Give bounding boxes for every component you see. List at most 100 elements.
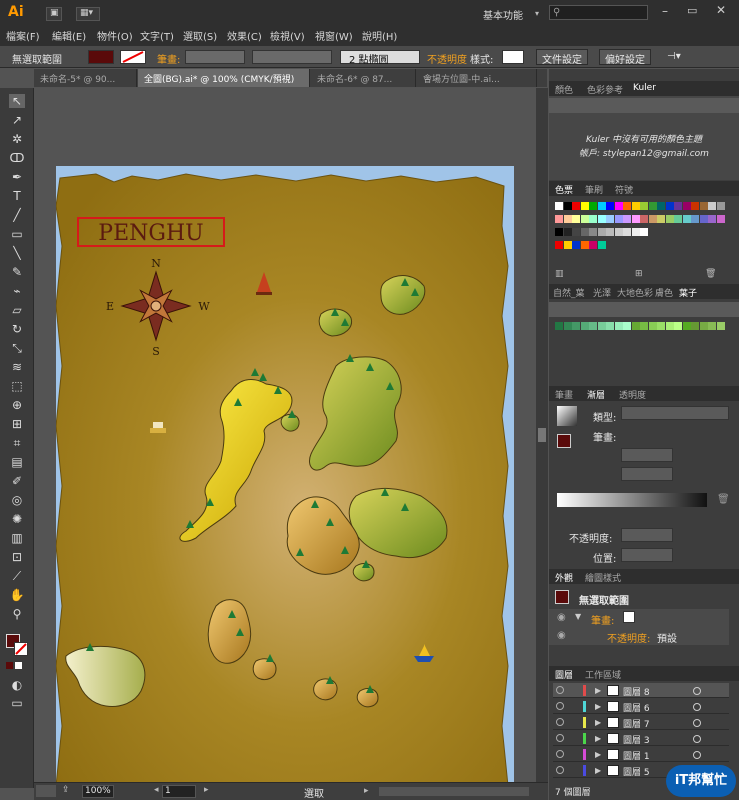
status-menu-icon[interactable]: ▸ xyxy=(364,786,372,798)
color-swatch[interactable] xyxy=(682,215,691,223)
swatch-grid[interactable] xyxy=(555,202,725,267)
menu-help[interactable]: 說明(H) xyxy=(362,28,397,43)
color-swatch[interactable] xyxy=(623,215,631,223)
layer-name[interactable]: 圖層 8 xyxy=(623,685,650,698)
color-swatch[interactable] xyxy=(682,202,691,210)
color-swatch[interactable] xyxy=(597,241,606,249)
color-swatch[interactable] xyxy=(563,215,572,223)
pencil-tool-icon[interactable]: ✎ xyxy=(9,265,25,279)
selection-tool-icon[interactable]: ↖ xyxy=(9,94,25,108)
color-swatch[interactable] xyxy=(589,202,597,210)
magic-wand-tool-icon[interactable]: ✲ xyxy=(9,132,25,146)
tab-untitled-6[interactable]: 未命名-6* @ 87... xyxy=(311,69,416,87)
fill-color-swatch[interactable] xyxy=(88,50,114,64)
color-swatch[interactable] xyxy=(691,202,699,210)
tab-untitled-5[interactable]: 未命名-5* @ 90... xyxy=(34,69,137,87)
tab-skin-tones[interactable]: 膚色 xyxy=(655,286,673,299)
tab-graphic-styles[interactable]: 繪圖樣式 xyxy=(585,571,621,584)
color-swatch[interactable] xyxy=(674,215,682,223)
color-swatch[interactable] xyxy=(631,215,640,223)
gradient-tool-icon[interactable]: ▤ xyxy=(9,455,25,469)
color-swatch[interactable] xyxy=(614,228,623,236)
leaf-color-swatch[interactable] xyxy=(640,322,648,330)
zoom-field[interactable]: 100% xyxy=(82,785,114,798)
brush-definition-select[interactable]: 2 點橢圓 xyxy=(340,50,420,66)
gradient-aspect-field[interactable] xyxy=(621,467,673,481)
layer-name[interactable]: 圖層 7 xyxy=(623,717,650,730)
color-swatch[interactable] xyxy=(606,228,614,236)
leaf-color-swatch[interactable] xyxy=(572,322,580,330)
color-swatch[interactable] xyxy=(648,202,657,210)
swatch-library-icon[interactable]: ▥ xyxy=(555,269,564,279)
horizontal-scrollbar[interactable] xyxy=(379,787,529,796)
color-swatch[interactable] xyxy=(665,202,674,210)
leaf-swatch-grid[interactable] xyxy=(555,322,725,346)
menu-effect[interactable]: 效果(C) xyxy=(227,28,262,43)
color-swatch[interactable] xyxy=(699,202,708,210)
close-button[interactable]: ✕ xyxy=(716,3,726,17)
graph-tool-icon[interactable]: ▥ xyxy=(9,531,25,545)
gradient-fill-swatch[interactable] xyxy=(557,434,571,448)
eyedropper-tool-icon[interactable]: ✐ xyxy=(9,474,25,488)
appearance-stroke-label[interactable]: 筆畫: xyxy=(591,612,614,627)
color-swatch[interactable] xyxy=(563,202,572,210)
maximize-button[interactable]: ▭ xyxy=(687,4,697,17)
tab-color[interactable]: 顏色 xyxy=(555,83,573,96)
leaf-color-swatch[interactable] xyxy=(708,322,716,330)
appearance-no-stroke-icon[interactable] xyxy=(623,611,635,623)
bridge-button[interactable]: ▣ xyxy=(46,7,62,21)
tab-brushes[interactable]: 筆刷 xyxy=(585,183,603,196)
visibility-eye-icon[interactable] xyxy=(556,766,564,774)
tab-gradient[interactable]: 漸層 xyxy=(587,388,605,401)
tab-leaves[interactable]: 葉子 xyxy=(679,286,697,299)
screen-mode-icon[interactable]: ▭ xyxy=(9,696,25,710)
color-swatch[interactable] xyxy=(589,215,597,223)
visibility-eye-icon[interactable]: ◉ xyxy=(557,612,566,623)
menu-select[interactable]: 選取(S) xyxy=(183,28,217,43)
layer-name[interactable]: 圖層 3 xyxy=(623,733,650,746)
preferences-button[interactable]: 偏好設定 xyxy=(599,49,651,66)
gradient-preview[interactable] xyxy=(557,406,577,426)
tab-stroke[interactable]: 筆畫 xyxy=(555,388,573,401)
paintbrush-tool-icon[interactable]: ╲ xyxy=(9,246,25,260)
leaf-color-swatch[interactable] xyxy=(665,322,674,330)
gradient-position-field[interactable] xyxy=(621,548,673,562)
leaf-color-swatch[interactable] xyxy=(691,322,699,330)
rectangle-tool-icon[interactable]: ▭ xyxy=(9,227,25,241)
layer-target-icon[interactable] xyxy=(693,735,701,743)
export-icon[interactable]: ⇪ xyxy=(62,785,76,797)
layer-name[interactable]: 圖層 5 xyxy=(623,765,650,778)
type-tool-icon[interactable]: T xyxy=(9,189,25,203)
tab-layers[interactable]: 圖層 xyxy=(555,668,573,681)
color-swatch[interactable] xyxy=(657,202,665,210)
canvas-area[interactable]: PENGHU N S E W xyxy=(34,88,548,782)
tab-artboards[interactable]: 工作區域 xyxy=(585,668,621,681)
color-swatch[interactable] xyxy=(555,241,563,249)
leaf-color-swatch[interactable] xyxy=(623,322,631,330)
color-swatch[interactable] xyxy=(572,202,580,210)
leaf-color-swatch[interactable] xyxy=(648,322,657,330)
color-swatch[interactable] xyxy=(572,228,580,236)
expand-triangle-icon[interactable]: ▶ xyxy=(595,686,601,695)
leaf-color-swatch[interactable] xyxy=(597,322,606,330)
color-swatch[interactable] xyxy=(640,228,648,236)
prev-artboard-button[interactable]: ◂ xyxy=(154,785,159,795)
color-swatch[interactable] xyxy=(614,215,623,223)
tab-earth-tones[interactable]: 大地色彩 xyxy=(617,286,653,299)
color-swatch[interactable] xyxy=(580,241,589,249)
color-swatch[interactable] xyxy=(597,228,606,236)
color-swatch[interactable] xyxy=(589,228,597,236)
hand-tool-icon[interactable]: ✋ xyxy=(9,588,25,602)
tab-nature-leaves[interactable]: 自然_葉 xyxy=(553,286,585,299)
blend-tool-icon[interactable]: ◎ xyxy=(9,493,25,507)
layer-row[interactable]: ▶ 圖層 3 xyxy=(553,731,729,746)
color-swatch[interactable] xyxy=(716,215,725,223)
color-swatch[interactable] xyxy=(572,215,580,223)
library-search-field[interactable] xyxy=(549,302,739,317)
color-swatch[interactable] xyxy=(699,215,708,223)
artboard-number-field[interactable]: 1 xyxy=(162,785,196,798)
appearance-opacity-row[interactable]: ◉ 不透明度: 預設 xyxy=(549,627,729,645)
menu-type[interactable]: 文字(T) xyxy=(140,28,174,43)
stroke-swatch[interactable] xyxy=(14,642,28,656)
menu-window[interactable]: 視窗(W) xyxy=(315,28,353,43)
